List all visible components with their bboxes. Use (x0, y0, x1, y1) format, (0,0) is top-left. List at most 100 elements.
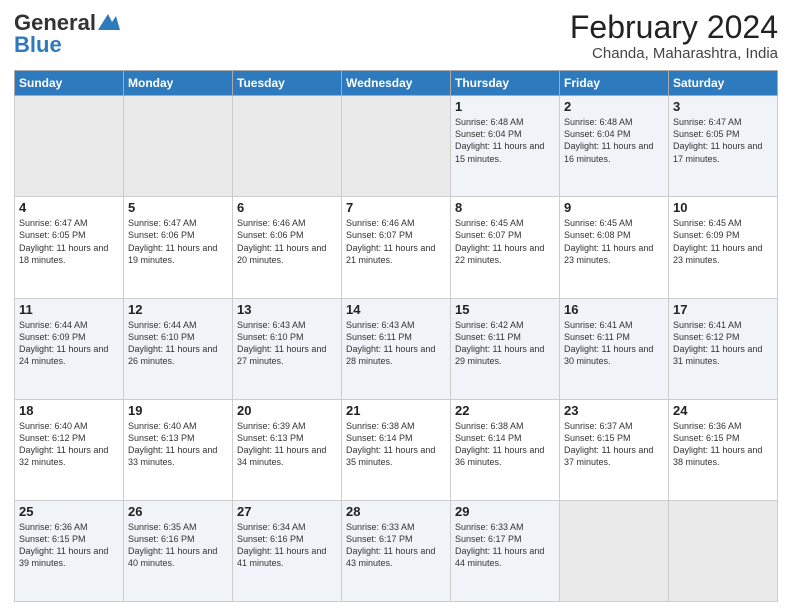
table-row: 25 Sunrise: 6:36 AMSunset: 6:15 PMDayligh… (15, 500, 124, 601)
day-number: 21 (346, 403, 446, 418)
table-row: 28 Sunrise: 6:33 AMSunset: 6:17 PMDayligh… (342, 500, 451, 601)
header-row: Sunday Monday Tuesday Wednesday Thursday… (15, 71, 778, 96)
calendar-week-row: 1 Sunrise: 6:48 AMSunset: 6:04 PMDaylight… (15, 96, 778, 197)
day-number: 1 (455, 99, 555, 114)
table-row: 24 Sunrise: 6:36 AMSunset: 6:15 PMDayligh… (669, 399, 778, 500)
day-number: 20 (237, 403, 337, 418)
table-row: 14Sunrise: 6:43 AMSunset: 6:11 PMDayligh… (342, 298, 451, 399)
calendar-week-row: 11Sunrise: 6:44 AMSunset: 6:09 PMDayligh… (15, 298, 778, 399)
day-number: 11 (19, 302, 119, 317)
table-row: 1Sunrise: 6:48 AMSunset: 6:04 PMDaylight… (451, 96, 560, 197)
col-thursday: Thursday (451, 71, 560, 96)
day-number: 22 (455, 403, 555, 418)
day-info: Sunrise: 6:47 AMSunset: 6:05 PMDaylight:… (19, 217, 119, 266)
day-info: Sunrise: 6:44 AMSunset: 6:10 PMDaylight:… (128, 319, 228, 368)
logo: General Blue (14, 10, 120, 58)
day-info: Sunrise: 6:45 AMSunset: 6:07 PMDaylight:… (455, 217, 555, 266)
day-info: Sunrise: 6:33 AMSunset: 6:17 PMDaylight:… (346, 521, 446, 570)
day-number: 23 (564, 403, 664, 418)
day-info: Sunrise: 6:41 AMSunset: 6:12 PMDaylight:… (673, 319, 773, 368)
day-number: 29 (455, 504, 555, 519)
table-row: 2 Sunrise: 6:48 AMSunset: 6:04 PMDaylight… (560, 96, 669, 197)
calendar-week-row: 4 Sunrise: 6:47 AMSunset: 6:05 PMDaylight… (15, 197, 778, 298)
day-number: 14 (346, 302, 446, 317)
day-info: Sunrise: 6:46 AMSunset: 6:07 PMDaylight:… (346, 217, 446, 266)
table-row: 6Sunrise: 6:46 AMSunset: 6:06 PMDaylight… (233, 197, 342, 298)
table-row: 4 Sunrise: 6:47 AMSunset: 6:05 PMDaylight… (15, 197, 124, 298)
day-number: 8 (455, 200, 555, 215)
day-number: 7 (346, 200, 446, 215)
calendar-title: February 2024 (570, 10, 778, 45)
col-sunday: Sunday (15, 71, 124, 96)
day-info: Sunrise: 6:35 AMSunset: 6:16 PMDaylight:… (128, 521, 228, 570)
table-row: 8 Sunrise: 6:45 AMSunset: 6:07 PMDaylight… (451, 197, 560, 298)
day-number: 16 (564, 302, 664, 317)
calendar-week-row: 25 Sunrise: 6:36 AMSunset: 6:15 PMDayligh… (15, 500, 778, 601)
table-row: 16 Sunrise: 6:41 AMSunset: 6:11 PMDayligh… (560, 298, 669, 399)
table-row: 13 Sunrise: 6:43 AMSunset: 6:10 PMDayligh… (233, 298, 342, 399)
table-row: 17 Sunrise: 6:41 AMSunset: 6:12 PMDayligh… (669, 298, 778, 399)
day-info: Sunrise: 6:42 AMSunset: 6:11 PMDaylight:… (455, 319, 555, 368)
day-number: 10 (673, 200, 773, 215)
table-row: 5Sunrise: 6:47 AMSunset: 6:06 PMDaylight… (124, 197, 233, 298)
col-friday: Friday (560, 71, 669, 96)
table-row (233, 96, 342, 197)
col-saturday: Saturday (669, 71, 778, 96)
table-row: 11Sunrise: 6:44 AMSunset: 6:09 PMDayligh… (15, 298, 124, 399)
day-info: Sunrise: 6:37 AMSunset: 6:15 PMDaylight:… (564, 420, 664, 469)
day-number: 28 (346, 504, 446, 519)
table-row: 26 Sunrise: 6:35 AMSunset: 6:16 PMDayligh… (124, 500, 233, 601)
day-number: 17 (673, 302, 773, 317)
table-row (669, 500, 778, 601)
day-info: Sunrise: 6:36 AMSunset: 6:15 PMDaylight:… (673, 420, 773, 469)
day-info: Sunrise: 6:38 AMSunset: 6:14 PMDaylight:… (455, 420, 555, 469)
day-info: Sunrise: 6:38 AMSunset: 6:14 PMDaylight:… (346, 420, 446, 469)
table-row: 29 Sunrise: 6:33 AMSunset: 6:17 PMDayligh… (451, 500, 560, 601)
table-row: 22 Sunrise: 6:38 AMSunset: 6:14 PMDayligh… (451, 399, 560, 500)
day-info: Sunrise: 6:40 AMSunset: 6:12 PMDaylight:… (19, 420, 119, 469)
table-row: 10 Sunrise: 6:45 AMSunset: 6:09 PMDayligh… (669, 197, 778, 298)
day-info: Sunrise: 6:43 AMSunset: 6:10 PMDaylight:… (237, 319, 337, 368)
day-info: Sunrise: 6:34 AMSunset: 6:16 PMDaylight:… (237, 521, 337, 570)
day-number: 15 (455, 302, 555, 317)
table-row (342, 96, 451, 197)
title-block: February 2024 Chanda, Maharashtra, India (570, 10, 778, 62)
table-row: 12 Sunrise: 6:44 AMSunset: 6:10 PMDayligh… (124, 298, 233, 399)
calendar-table: Sunday Monday Tuesday Wednesday Thursday… (14, 70, 778, 602)
day-number: 4 (19, 200, 119, 215)
day-number: 2 (564, 99, 664, 114)
day-number: 24 (673, 403, 773, 418)
page: General Blue February 2024 Chanda, Mahar… (0, 0, 792, 612)
day-info: Sunrise: 6:40 AMSunset: 6:13 PMDaylight:… (128, 420, 228, 469)
day-number: 12 (128, 302, 228, 317)
logo-blue: Blue (14, 32, 62, 58)
table-row: 19Sunrise: 6:40 AMSunset: 6:13 PMDayligh… (124, 399, 233, 500)
day-info: Sunrise: 6:48 AMSunset: 6:04 PMDaylight:… (564, 116, 664, 165)
table-row: 21 Sunrise: 6:38 AMSunset: 6:14 PMDayligh… (342, 399, 451, 500)
table-row: 3 Sunrise: 6:47 AMSunset: 6:05 PMDaylight… (669, 96, 778, 197)
table-row: 20Sunrise: 6:39 AMSunset: 6:13 PMDayligh… (233, 399, 342, 500)
logo-bird-icon (98, 12, 120, 30)
day-number: 5 (128, 200, 228, 215)
day-info: Sunrise: 6:36 AMSunset: 6:15 PMDaylight:… (19, 521, 119, 570)
table-row: 9Sunrise: 6:45 AMSunset: 6:08 PMDaylight… (560, 197, 669, 298)
day-number: 13 (237, 302, 337, 317)
day-number: 26 (128, 504, 228, 519)
day-info: Sunrise: 6:41 AMSunset: 6:11 PMDaylight:… (564, 319, 664, 368)
day-number: 9 (564, 200, 664, 215)
table-row: 18Sunrise: 6:40 AMSunset: 6:12 PMDayligh… (15, 399, 124, 500)
day-info: Sunrise: 6:33 AMSunset: 6:17 PMDaylight:… (455, 521, 555, 570)
table-row: 7 Sunrise: 6:46 AMSunset: 6:07 PMDaylight… (342, 197, 451, 298)
col-wednesday: Wednesday (342, 71, 451, 96)
day-info: Sunrise: 6:47 AMSunset: 6:05 PMDaylight:… (673, 116, 773, 165)
day-number: 3 (673, 99, 773, 114)
table-row (15, 96, 124, 197)
col-tuesday: Tuesday (233, 71, 342, 96)
table-row (560, 500, 669, 601)
day-info: Sunrise: 6:45 AMSunset: 6:09 PMDaylight:… (673, 217, 773, 266)
col-monday: Monday (124, 71, 233, 96)
day-number: 27 (237, 504, 337, 519)
table-row: 23 Sunrise: 6:37 AMSunset: 6:15 PMDayligh… (560, 399, 669, 500)
day-number: 25 (19, 504, 119, 519)
table-row: 27 Sunrise: 6:34 AMSunset: 6:16 PMDayligh… (233, 500, 342, 601)
